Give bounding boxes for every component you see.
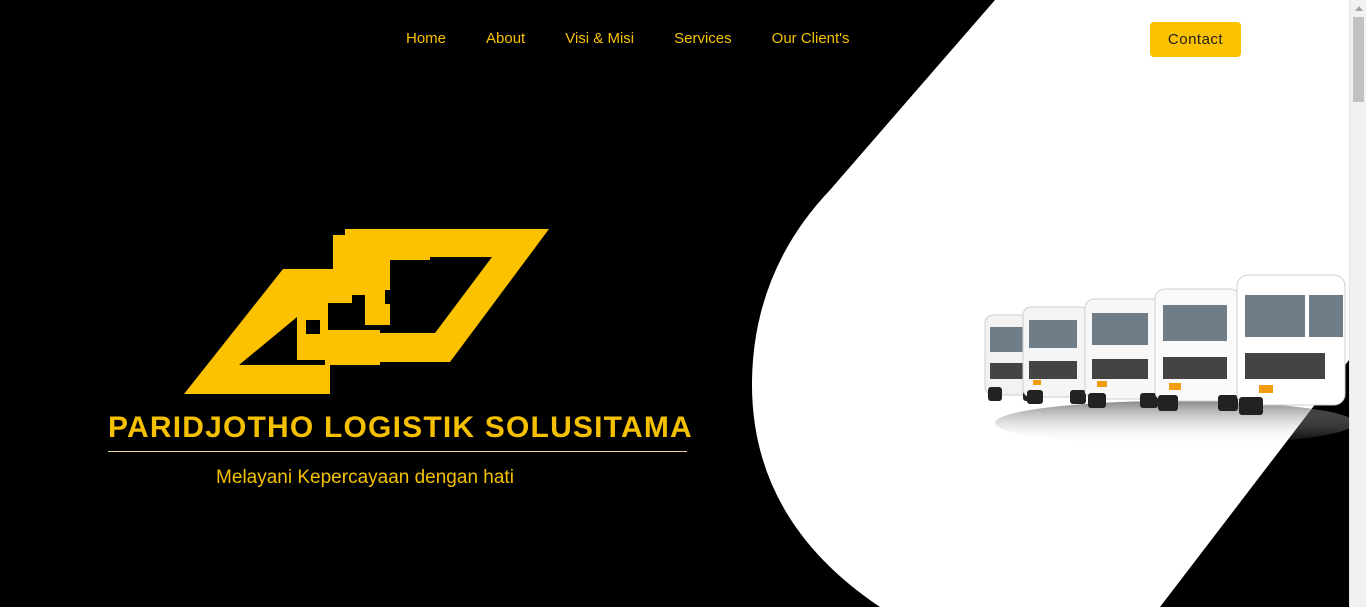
- nav-home[interactable]: Home: [386, 29, 466, 49]
- company-logo-icon: [184, 229, 549, 394]
- nav-visi-misi[interactable]: Visi & Misi: [545, 29, 654, 49]
- tagline: Melayani Kepercayaan dengan hati: [216, 467, 514, 488]
- nav-services[interactable]: Services: [654, 29, 752, 49]
- scroll-up-arrow-icon[interactable]: [1350, 0, 1366, 17]
- scrollbar[interactable]: [1349, 0, 1366, 607]
- truck-fleet-image: [984, 274, 1349, 445]
- main-nav: Home About Visi & Misi Services Our Clie…: [386, 29, 870, 49]
- nav-our-clients[interactable]: Our Client's: [752, 29, 870, 49]
- scroll-thumb[interactable]: [1353, 17, 1364, 102]
- page: Home About Visi & Misi Services Our Clie…: [0, 0, 1366, 607]
- nav-about[interactable]: About: [466, 29, 545, 49]
- company-name: PARIDJOTHO LOGISTIK SOLUSITAMA: [108, 411, 692, 452]
- contact-button[interactable]: Contact: [1150, 22, 1241, 57]
